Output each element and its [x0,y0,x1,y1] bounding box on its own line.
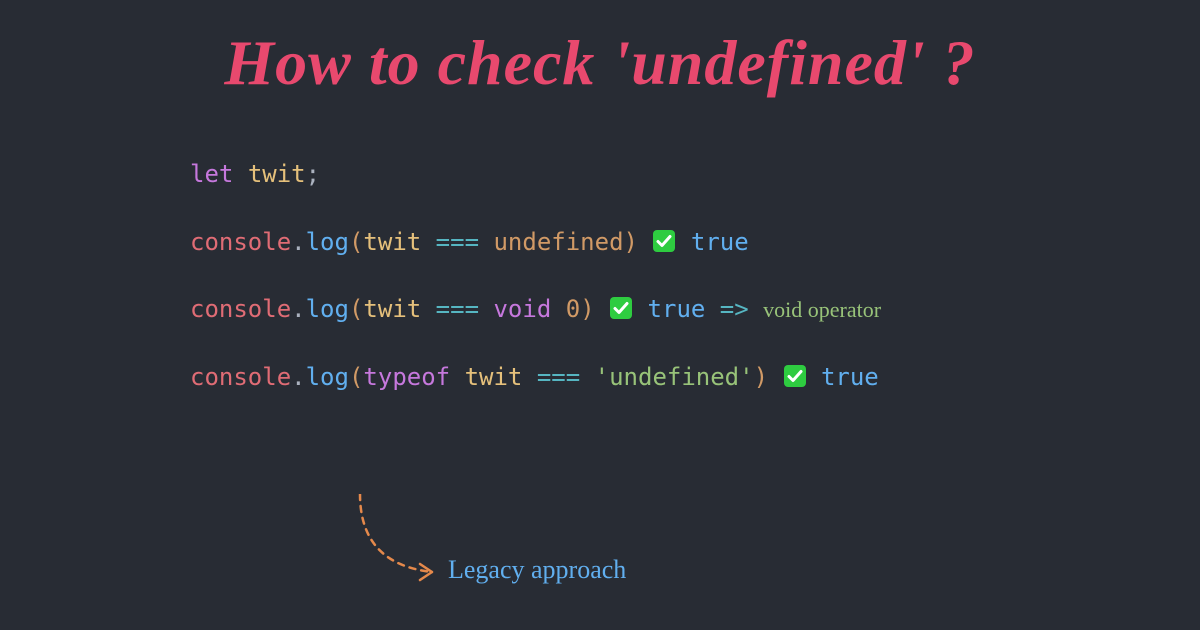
keyword-typeof: typeof [363,363,450,391]
paren-open: ( [349,228,363,256]
result-true: true [691,228,749,256]
code-line-typeof-check: console.log(typeof twit === 'undefined')… [190,361,1200,395]
page-title: How to check 'undefined' ? [0,0,1200,100]
dot: . [291,228,305,256]
strict-equals: === [436,228,479,256]
check-icon [652,226,676,260]
identifier-twit: twit [363,228,421,256]
legacy-approach-label: Legacy approach [448,555,626,585]
console-object: console [190,228,291,256]
identifier-twit: twit [465,363,523,391]
console-object: console [190,363,291,391]
log-method: log [306,228,349,256]
result-true: true [821,363,879,391]
code-line-undefined-check: console.log(twit === undefined) true [190,226,1200,260]
code-line-declare: let twit; [190,158,1200,192]
number-zero: 0 [566,295,580,323]
check-icon [783,361,807,395]
dashed-arrow-icon [350,494,460,584]
identifier-twit: twit [248,160,306,188]
paren-close: ) [580,295,594,323]
check-icon [609,293,633,327]
paren-open: ( [349,363,363,391]
log-method: log [306,295,349,323]
void-operator-note: void operator [763,297,881,322]
strict-equals: === [537,363,580,391]
semicolon: ; [306,160,320,188]
paren-close: ) [754,363,768,391]
arrow-operator: => [720,295,749,323]
result-true: true [648,295,706,323]
keyword-let: let [190,160,233,188]
identifier-twit: twit [363,295,421,323]
keyword-void: void [493,295,551,323]
paren-open: ( [349,295,363,323]
code-block: let twit; console.log(twit === undefined… [0,100,1200,394]
paren-close: ) [624,228,638,256]
code-line-void-check: console.log(twit === void 0) true => voi… [190,293,1200,327]
undefined-literal: undefined [493,228,623,256]
dot: . [291,295,305,323]
string-undefined: 'undefined' [595,363,754,391]
strict-equals: === [436,295,479,323]
dot: . [291,363,305,391]
console-object: console [190,295,291,323]
log-method: log [306,363,349,391]
